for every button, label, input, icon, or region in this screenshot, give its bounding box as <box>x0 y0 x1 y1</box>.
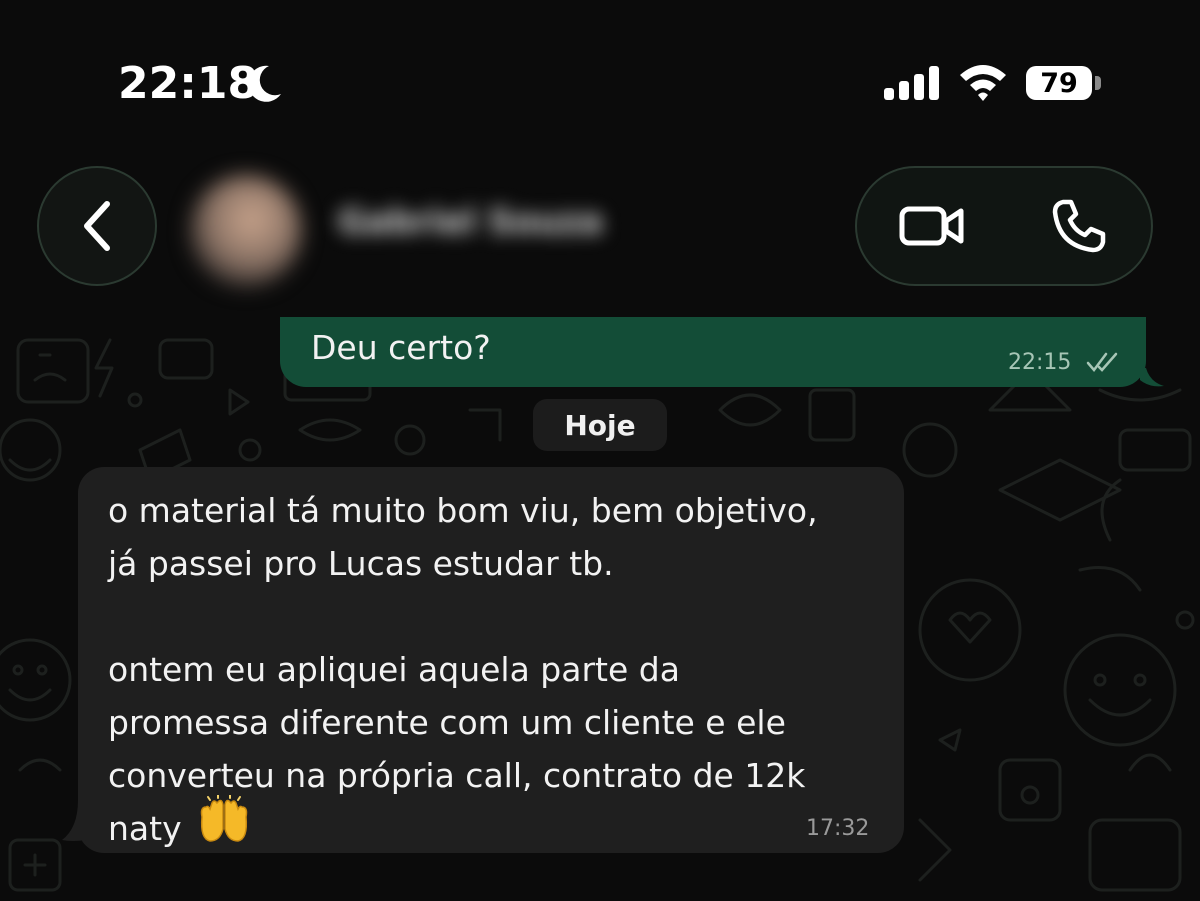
moon-icon <box>248 65 281 102</box>
contact-avatar[interactable] <box>190 175 302 287</box>
double-check-icon <box>1086 352 1118 372</box>
phone-icon <box>1052 199 1106 253</box>
video-camera-icon <box>899 206 964 246</box>
contact-name[interactable]: Gabriel Souza <box>338 202 603 242</box>
call-actions <box>855 166 1153 286</box>
wifi-icon <box>960 65 1006 101</box>
outgoing-message-time: 22:15 <box>1008 350 1072 375</box>
status-time: 22:18 <box>118 58 259 109</box>
battery-tip <box>1095 76 1101 90</box>
signal-icon <box>884 66 939 100</box>
video-call-button[interactable] <box>897 196 967 256</box>
back-button[interactable] <box>37 166 157 286</box>
outgoing-message-text: Deu certo? <box>311 328 491 367</box>
bubble-tail <box>1140 368 1164 387</box>
battery-indicator: 79 <box>1026 66 1092 100</box>
incoming-message-time: 17:32 <box>806 816 870 841</box>
date-separator: Hoje <box>533 399 667 451</box>
raised-hands-icon <box>200 795 248 842</box>
voice-call-button[interactable] <box>1047 194 1111 258</box>
chat-screen: 22:18 79 Gabriel Souza Deu certo? 22:15 … <box>0 0 1200 901</box>
chevron-left-icon <box>84 201 110 251</box>
bubble-tail <box>62 800 86 841</box>
